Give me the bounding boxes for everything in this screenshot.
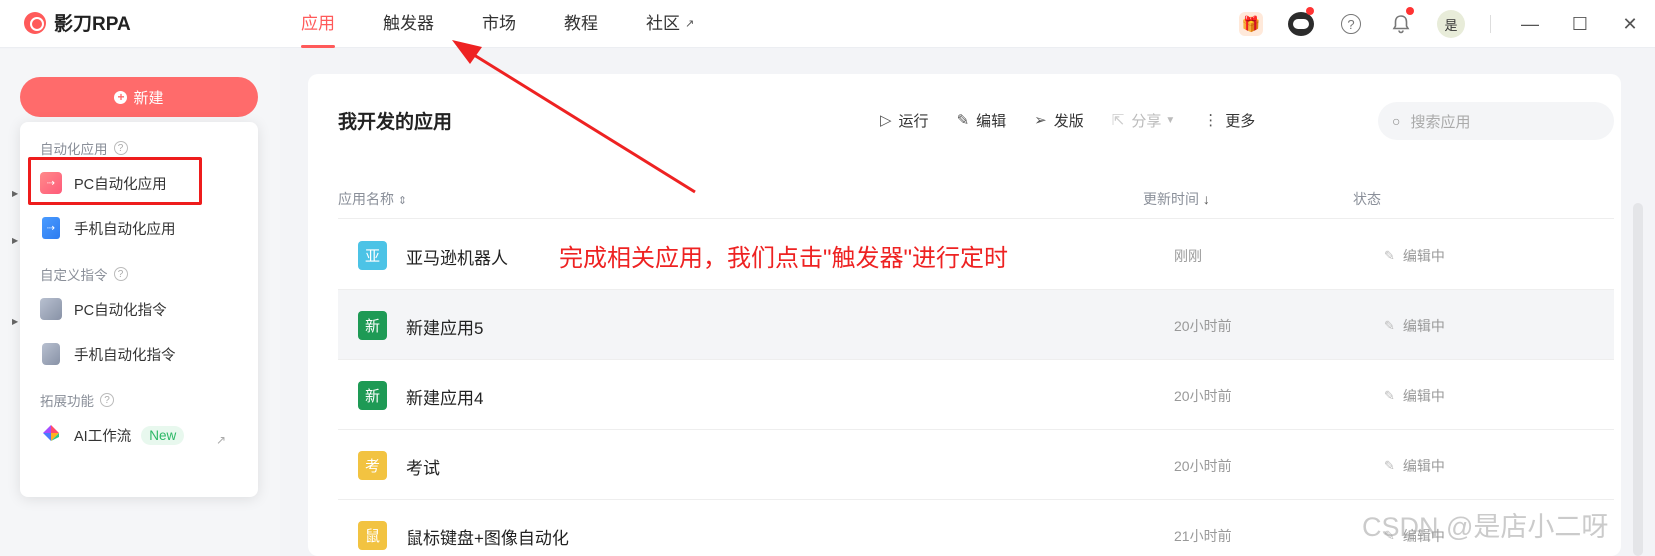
annotation-text: 完成相关应用，我们点击"触发器"进行定时 xyxy=(559,245,1009,272)
annotation-arrow xyxy=(452,40,696,194)
watermark: CSDN @是店小二呀 xyxy=(1362,512,1609,542)
